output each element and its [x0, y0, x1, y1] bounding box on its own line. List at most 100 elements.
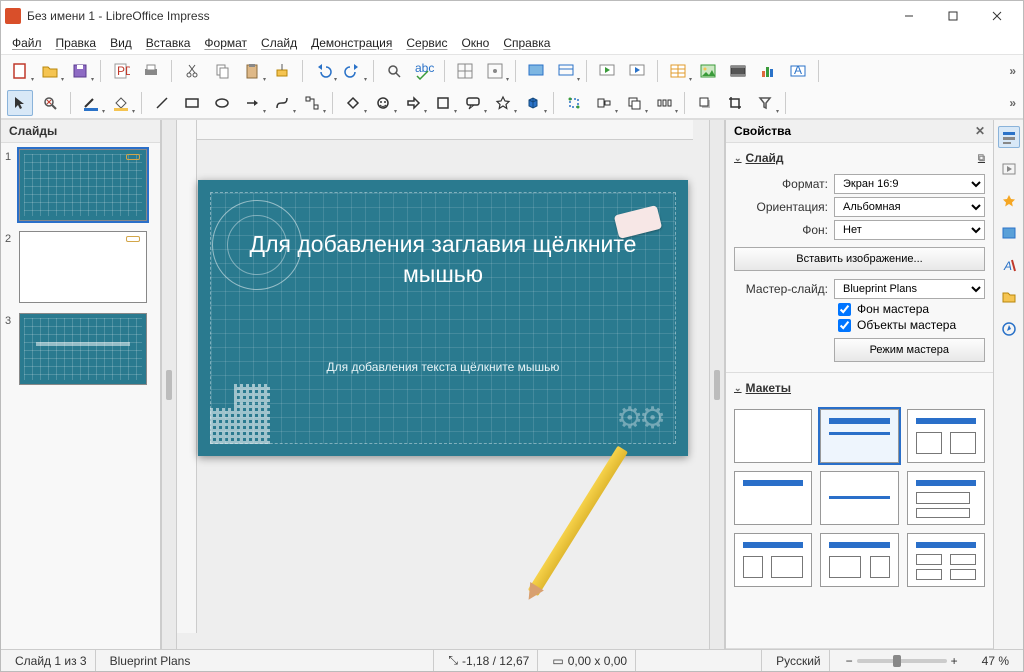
- deck-animation-icon[interactable]: [998, 190, 1020, 212]
- zoom-slider[interactable]: [857, 659, 947, 663]
- line-color-tool[interactable]: ▾: [78, 90, 104, 116]
- format-select[interactable]: Экран 16:9: [834, 174, 985, 194]
- slide-thumbnail[interactable]: [19, 231, 147, 303]
- master-obj-checkbox[interactable]: [838, 319, 851, 332]
- panel-collapse-left[interactable]: [161, 120, 177, 649]
- new-button[interactable]: ▾: [7, 58, 33, 84]
- slide-thumbnail[interactable]: [19, 149, 147, 221]
- slide-canvas[interactable]: Для добавления заглавия щёлкните мышью Д…: [198, 180, 688, 456]
- menu-insert[interactable]: Вставка: [139, 33, 198, 53]
- status-zoom-level[interactable]: 47 %: [974, 650, 1017, 671]
- display-views-button[interactable]: [523, 58, 549, 84]
- filter-tool[interactable]: ▾: [752, 90, 778, 116]
- layout-obj-left[interactable]: [734, 533, 812, 587]
- menu-tools[interactable]: Сервис: [399, 33, 454, 53]
- layout-2obj[interactable]: [907, 471, 985, 525]
- layout-title-2content[interactable]: [907, 409, 985, 463]
- menu-window[interactable]: Окно: [454, 33, 496, 53]
- layout-obj-right[interactable]: [820, 533, 898, 587]
- menu-format[interactable]: Формат: [197, 33, 254, 53]
- distribute-tool[interactable]: ▾: [651, 90, 677, 116]
- find-button[interactable]: [381, 58, 407, 84]
- deck-slide-transition-icon[interactable]: [998, 158, 1020, 180]
- flowchart-tool[interactable]: ▾: [430, 90, 456, 116]
- close-button[interactable]: [975, 1, 1019, 31]
- line-tool[interactable]: [149, 90, 175, 116]
- 3d-tool[interactable]: ▾: [520, 90, 546, 116]
- deck-styles-icon[interactable]: A: [998, 254, 1020, 276]
- grid-button[interactable]: [452, 58, 478, 84]
- maximize-button[interactable]: [931, 1, 975, 31]
- redo-button[interactable]: ▾: [340, 58, 366, 84]
- fill-color-tool[interactable]: ▾: [108, 90, 134, 116]
- canvas-viewport[interactable]: Для добавления заглавия щёлкните мышью Д…: [177, 120, 709, 649]
- section-undock-icon[interactable]: ⧉: [978, 153, 985, 164]
- connector-tool[interactable]: ▾: [299, 90, 325, 116]
- panel-collapse-right[interactable]: [709, 120, 725, 649]
- deck-master-icon[interactable]: [998, 222, 1020, 244]
- deck-properties-icon[interactable]: [998, 126, 1020, 148]
- symbol-shapes-tool[interactable]: ▾: [370, 90, 396, 116]
- layout-blank[interactable]: [734, 409, 812, 463]
- cut-button[interactable]: [179, 58, 205, 84]
- zoom-tool[interactable]: [37, 90, 63, 116]
- select-tool[interactable]: [7, 90, 33, 116]
- insert-chart-button[interactable]: [755, 58, 781, 84]
- zoom-out-button[interactable]: −: [842, 654, 857, 668]
- block-arrows-tool[interactable]: ▾: [400, 90, 426, 116]
- start-slideshow-button[interactable]: [594, 58, 620, 84]
- curve-tool[interactable]: ▾: [269, 90, 295, 116]
- deck-gallery-icon[interactable]: [998, 286, 1020, 308]
- content-placeholder[interactable]: Для добавления текста щёлкните мышью: [238, 360, 648, 374]
- clone-format-button[interactable]: [269, 58, 295, 84]
- title-placeholder[interactable]: Для добавления заглавия щёлкните мышью: [238, 230, 648, 290]
- copy-button[interactable]: [209, 58, 235, 84]
- menu-file[interactable]: Файл: [5, 33, 49, 53]
- arrange-tool[interactable]: ▾: [621, 90, 647, 116]
- insert-image-button[interactable]: [695, 58, 721, 84]
- section-slide-title[interactable]: Слайд: [746, 151, 784, 165]
- start-current-button[interactable]: [624, 58, 650, 84]
- master-slide-button[interactable]: ▾: [553, 58, 579, 84]
- menu-help[interactable]: Справка: [496, 33, 557, 53]
- master-mode-button[interactable]: Режим мастера: [834, 338, 985, 362]
- ellipse-tool[interactable]: [209, 90, 235, 116]
- layout-title-content[interactable]: [820, 409, 898, 463]
- crop-tool[interactable]: [722, 90, 748, 116]
- callout-tool[interactable]: ▾: [460, 90, 486, 116]
- menu-edit[interactable]: Правка: [49, 33, 104, 53]
- status-language[interactable]: Русский: [768, 650, 830, 671]
- layout-title-only[interactable]: [734, 471, 812, 525]
- print-button[interactable]: [138, 58, 164, 84]
- orientation-select[interactable]: Альбомная: [834, 197, 985, 217]
- minimize-button[interactable]: [887, 1, 931, 31]
- arrow-tool[interactable]: ▾: [239, 90, 265, 116]
- menu-slide[interactable]: Слайд: [254, 33, 304, 53]
- background-select[interactable]: Нет: [834, 220, 985, 240]
- zoom-in-button[interactable]: +: [947, 654, 962, 668]
- slide-thumbnail[interactable]: [19, 313, 147, 385]
- basic-shapes-tool[interactable]: ▾: [340, 90, 366, 116]
- master-select[interactable]: Blueprint Plans: [834, 279, 985, 299]
- shadow-tool[interactable]: [692, 90, 718, 116]
- undo-button[interactable]: ▾: [310, 58, 336, 84]
- master-bg-checkbox[interactable]: [838, 303, 851, 316]
- open-button[interactable]: ▾: [37, 58, 63, 84]
- insert-table-button[interactable]: ▾: [665, 58, 691, 84]
- snap-button[interactable]: ▾: [482, 58, 508, 84]
- align-tool[interactable]: ▾: [591, 90, 617, 116]
- export-pdf-button[interactable]: PDF: [108, 58, 134, 84]
- stars-tool[interactable]: ▾: [490, 90, 516, 116]
- insert-image-button[interactable]: Вставить изображение...: [734, 247, 985, 271]
- section-layouts-title[interactable]: Макеты: [746, 381, 791, 395]
- paste-button[interactable]: ▾: [239, 58, 265, 84]
- menu-slideshow[interactable]: Демонстрация: [304, 33, 399, 53]
- layout-4obj[interactable]: [907, 533, 985, 587]
- toolbar-overflow-button[interactable]: »: [1009, 64, 1017, 78]
- rect-tool[interactable]: [179, 90, 205, 116]
- menu-view[interactable]: Вид: [103, 33, 139, 53]
- insert-textbox-button[interactable]: A: [785, 58, 811, 84]
- layout-centered[interactable]: [820, 471, 898, 525]
- properties-close-button[interactable]: ✕: [975, 124, 985, 138]
- rotate-tool[interactable]: [561, 90, 587, 116]
